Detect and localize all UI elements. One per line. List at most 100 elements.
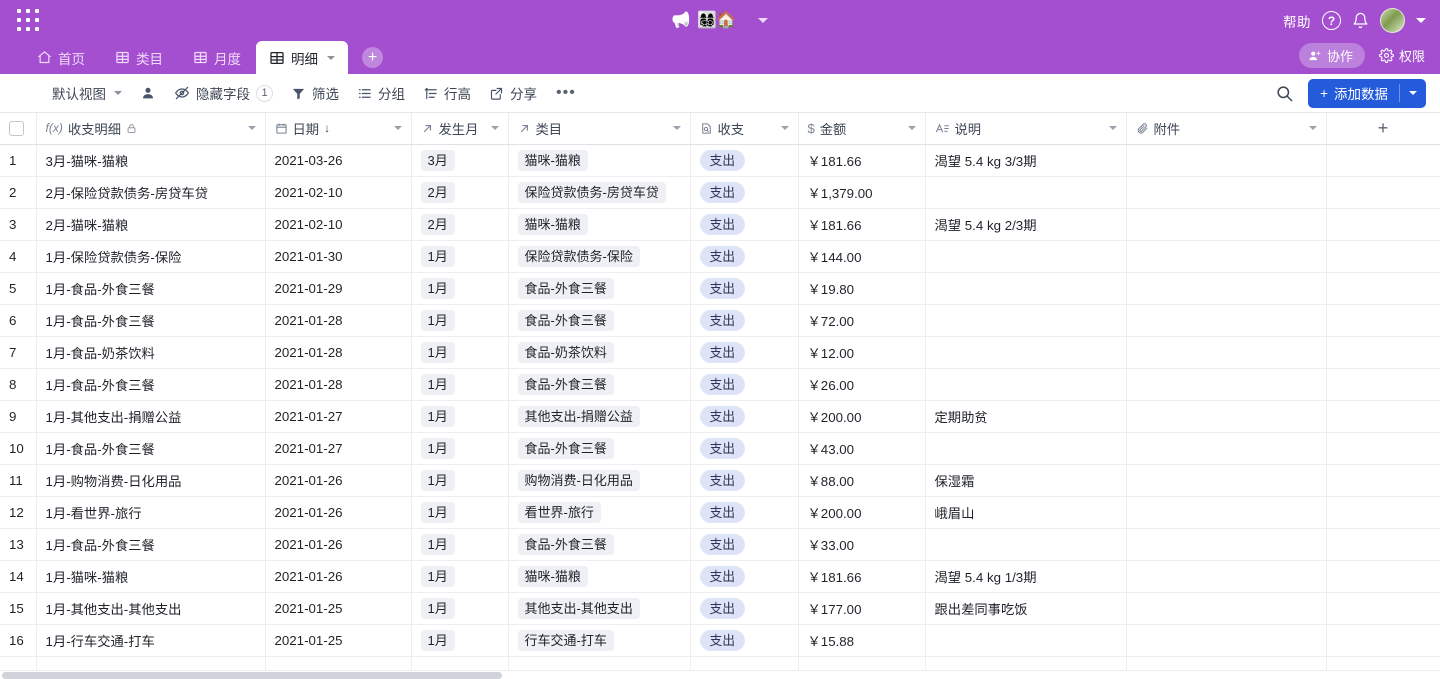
cell-amount[interactable]: ￥181.66	[798, 560, 925, 592]
cell-category[interactable]: 食品-外食三餐	[508, 432, 690, 464]
cell-io[interactable]: 支出	[690, 176, 798, 208]
cell-name[interactable]: 3月-猫咪-猫粮	[36, 144, 265, 176]
cell-category[interactable]: 食品-外食三餐	[508, 528, 690, 560]
column-header-name[interactable]: f(x) 收支明细	[36, 113, 265, 144]
column-header-month[interactable]: 发生月	[411, 113, 508, 144]
cell-filler[interactable]	[1326, 496, 1440, 528]
sort-desc-icon[interactable]: ↓	[324, 121, 330, 135]
cell-io[interactable]: 支出	[690, 400, 798, 432]
cell-date[interactable]: 2021-01-29	[265, 272, 411, 304]
cell-description[interactable]	[925, 528, 1126, 560]
share-button[interactable]: 分享	[480, 79, 546, 107]
group-button[interactable]: 分组	[348, 79, 414, 107]
cell-filler[interactable]	[1326, 272, 1440, 304]
add-column-button[interactable]: +	[1326, 113, 1440, 144]
cell-category[interactable]: 食品-外食三餐	[508, 368, 690, 400]
cell-attachment[interactable]	[1126, 208, 1326, 240]
cell-amount[interactable]: ￥200.00	[798, 496, 925, 528]
column-header-amount[interactable]: $ 金额	[798, 113, 925, 144]
cell-io[interactable]: 支出	[690, 240, 798, 272]
cell-month[interactable]: 1月	[411, 560, 508, 592]
cell-name[interactable]: 1月-购物消费-日化用品	[36, 464, 265, 496]
cell-amount[interactable]: ￥19.80	[798, 272, 925, 304]
row-number-cell[interactable]: 12	[0, 496, 36, 528]
cell-category[interactable]: 猫咪-猫粮	[508, 560, 690, 592]
apps-grid-icon[interactable]	[17, 9, 41, 33]
table-row[interactable]: 131月-食品-外食三餐2021-01-261月食品-外食三餐支出￥33.00	[0, 528, 1440, 560]
cell-filler[interactable]	[1326, 432, 1440, 464]
cell-name[interactable]: 1月-食品-奶茶饮料	[36, 336, 265, 368]
row-number-cell[interactable]: 14	[0, 560, 36, 592]
cell-filler[interactable]	[1326, 176, 1440, 208]
cell-date[interactable]: 2021-01-28	[265, 368, 411, 400]
cell-name[interactable]: 1月-食品-外食三餐	[36, 432, 265, 464]
column-menu-chevron-icon[interactable]	[1309, 126, 1317, 130]
cell-name[interactable]: 1月-看世界-旅行	[36, 496, 265, 528]
user-chevron-down-icon[interactable]	[1416, 18, 1426, 23]
column-header-attachment[interactable]: 附件	[1126, 113, 1326, 144]
table-row[interactable]: 101月-食品-外食三餐2021-01-271月食品-外食三餐支出￥43.00	[0, 432, 1440, 464]
table-row[interactable]: 161月-行车交通-打车2021-01-251月行车交通-打车支出￥15.88	[0, 624, 1440, 656]
cell-description[interactable]: 渴望 5.4 kg 1/3期	[925, 560, 1126, 592]
column-header-date[interactable]: 日期 ↓	[265, 113, 411, 144]
cell-amount[interactable]: ￥12.00	[798, 336, 925, 368]
avatar[interactable]	[1380, 8, 1405, 33]
title-chevron-down-icon[interactable]	[758, 18, 768, 23]
view-selector[interactable]: 默认视图	[22, 79, 131, 107]
row-number-cell[interactable]: 9	[0, 400, 36, 432]
cell-amount[interactable]: ￥200.00	[798, 400, 925, 432]
cell-category[interactable]: 食品-外食三餐	[508, 304, 690, 336]
select-all-checkbox-cell[interactable]	[0, 113, 36, 144]
cell-io[interactable]: 支出	[690, 368, 798, 400]
cell-amount[interactable]: ￥177.00	[798, 592, 925, 624]
cell-name[interactable]: 1月-食品-外食三餐	[36, 368, 265, 400]
add-data-button[interactable]: + 添加数据	[1308, 79, 1426, 108]
row-number-cell[interactable]: 15	[0, 592, 36, 624]
cell-month[interactable]: 1月	[411, 304, 508, 336]
cell-category[interactable]: 购物消费-日化用品	[508, 464, 690, 496]
cell-description[interactable]	[925, 272, 1126, 304]
cell-date[interactable]: 2021-01-28	[265, 304, 411, 336]
cell-attachment[interactable]	[1126, 176, 1326, 208]
cell-attachment[interactable]	[1126, 240, 1326, 272]
cell-category[interactable]: 行车交通-打车	[508, 624, 690, 656]
cell-month[interactable]: 1月	[411, 432, 508, 464]
cell-attachment[interactable]	[1126, 624, 1326, 656]
cell-attachment[interactable]	[1126, 464, 1326, 496]
cell-date[interactable]: 2021-01-25	[265, 624, 411, 656]
cell-attachment[interactable]	[1126, 496, 1326, 528]
data-grid[interactable]: f(x) 收支明细	[0, 113, 1440, 679]
table-row[interactable]: 32月-猫咪-猫粮2021-02-102月猫咪-猫粮支出￥181.66渴望 5.…	[0, 208, 1440, 240]
cell-description[interactable]	[925, 336, 1126, 368]
cell-date[interactable]: 2021-01-27	[265, 400, 411, 432]
table-row[interactable]: 121月-看世界-旅行2021-01-261月看世界-旅行支出￥200.00峨眉…	[0, 496, 1440, 528]
table-row[interactable]: 22月-保险贷款债务-房贷车贷2021-02-102月保险贷款债务-房贷车贷支出…	[0, 176, 1440, 208]
cell-month[interactable]: 1月	[411, 336, 508, 368]
cell-date[interactable]: 2021-01-28	[265, 336, 411, 368]
cell-month[interactable]: 1月	[411, 528, 508, 560]
row-number-cell[interactable]: 13	[0, 528, 36, 560]
view-chevron-down-icon[interactable]	[114, 91, 122, 95]
cell-attachment[interactable]	[1126, 304, 1326, 336]
cell-amount[interactable]: ￥15.88	[798, 624, 925, 656]
cell-month[interactable]: 1月	[411, 368, 508, 400]
column-menu-chevron-icon[interactable]	[673, 126, 681, 130]
cell-description[interactable]	[925, 240, 1126, 272]
question-circle-icon[interactable]: ?	[1322, 11, 1341, 30]
column-menu-chevron-icon[interactable]	[908, 126, 916, 130]
cell-filler[interactable]	[1326, 528, 1440, 560]
cell-io[interactable]: 支出	[690, 624, 798, 656]
table-row[interactable]: 13月-猫咪-猫粮2021-03-263月猫咪-猫粮支出￥181.66渴望 5.…	[0, 144, 1440, 176]
view-members-button[interactable]	[131, 81, 165, 105]
cell-month[interactable]: 1月	[411, 400, 508, 432]
add-view-button[interactable]: +	[362, 47, 383, 68]
cell-amount[interactable]: ￥181.66	[798, 208, 925, 240]
table-row[interactable]: 111月-购物消费-日化用品2021-01-261月购物消费-日化用品支出￥88…	[0, 464, 1440, 496]
filter-button[interactable]: 筛选	[282, 79, 348, 107]
cell-name[interactable]: 2月-猫咪-猫粮	[36, 208, 265, 240]
cell-filler[interactable]	[1326, 240, 1440, 272]
column-header-desc[interactable]: 说明	[925, 113, 1126, 144]
cell-name[interactable]: 1月-行车交通-打车	[36, 624, 265, 656]
cell-io[interactable]: 支出	[690, 496, 798, 528]
horizontal-scrollbar[interactable]	[0, 672, 1440, 679]
